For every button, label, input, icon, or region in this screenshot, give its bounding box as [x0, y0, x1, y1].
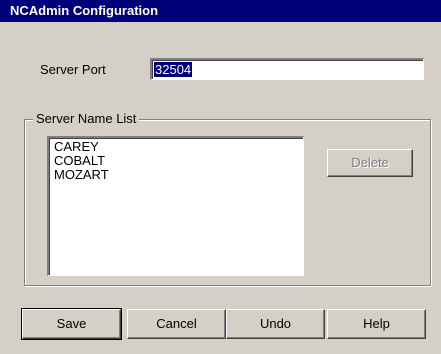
list-item[interactable]: COBALT: [54, 154, 298, 168]
undo-button[interactable]: Undo: [226, 309, 325, 339]
help-button[interactable]: Help: [327, 309, 426, 339]
server-port-label: Server Port: [40, 62, 106, 77]
window-title: NCAdmin Configuration: [0, 0, 441, 22]
config-window: NCAdmin Configuration Server Port 32504 …: [0, 0, 441, 354]
delete-button[interactable]: Delete: [327, 149, 413, 177]
server-name-list-legend: Server Name List: [33, 111, 140, 126]
server-port-value: 32504: [154, 62, 193, 77]
server-port-input[interactable]: 32504: [150, 58, 424, 80]
cancel-button[interactable]: Cancel: [127, 309, 226, 339]
save-button[interactable]: Save: [21, 308, 122, 340]
list-item[interactable]: CAREY: [54, 140, 298, 154]
server-name-listbox[interactable]: CAREY COBALT MOZART: [47, 136, 304, 276]
list-item[interactable]: MOZART: [54, 168, 298, 182]
